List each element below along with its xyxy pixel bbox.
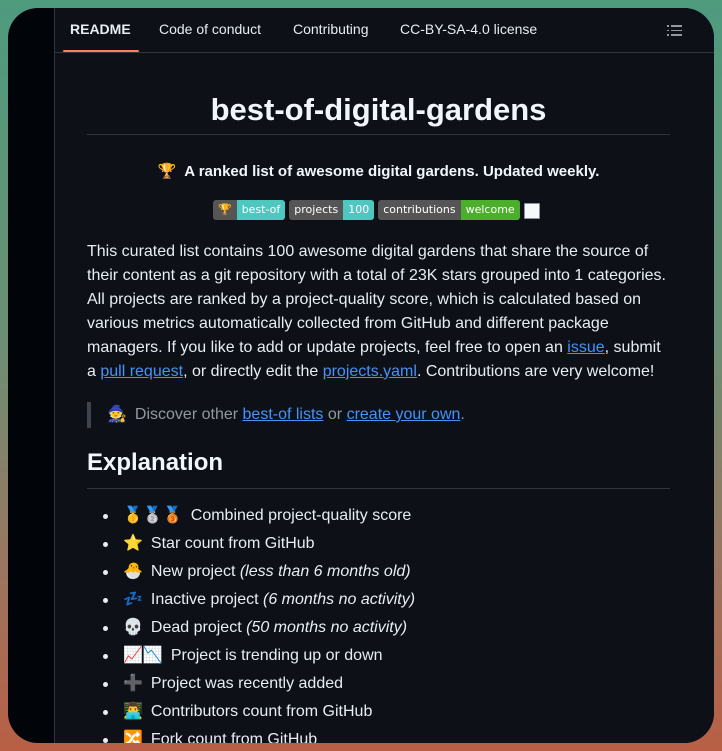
list-item: 📈📉 Project is trending up or down: [87, 644, 670, 672]
sleeping-icon: 💤: [123, 591, 143, 608]
medals-icon: 🥇🥈🥉: [123, 507, 183, 524]
best-of-badge[interactable]: 🏆 best-of: [213, 200, 286, 220]
tagline: 🏆 A ranked list of awesome digital garden…: [87, 162, 670, 180]
active-tab-indicator: [63, 50, 139, 52]
hatching-chick-icon: 🐣: [123, 563, 143, 580]
explanation-heading: Explanation: [87, 449, 224, 476]
badge-row: 🏆 best-of projects 100 contributions welcome: [213, 200, 540, 220]
trophy-icon: 🏆: [157, 163, 177, 180]
window-frame: README Code of conduct Contributing CC-B…: [8, 8, 714, 743]
pull-request-link[interactable]: pull request: [100, 363, 183, 380]
list-item: 💀 Dead project (50 months no activity): [87, 616, 670, 644]
title-divider: [87, 134, 670, 135]
technologist-icon: 👨‍💻: [123, 703, 143, 720]
discover-blockquote: 🧙 Discover other best-of lists or create …: [87, 402, 674, 428]
contributions-badge[interactable]: contributions welcome: [378, 200, 520, 220]
tagline-text: A ranked list of awesome digital gardens…: [184, 163, 600, 180]
list-item: ➕ Project was recently added: [87, 672, 670, 700]
tab-license[interactable]: CC-BY-SA-4.0 license: [400, 21, 537, 37]
list-item: ⭐️ Star count from GitHub: [87, 532, 670, 560]
shuffle-icon: 🔀: [123, 731, 143, 743]
intro-paragraph: This curated list contains 100 awesome d…: [87, 243, 666, 380]
trending-chart-icon: 📈📉: [123, 647, 163, 664]
star-icon: ⭐️: [123, 535, 143, 552]
list-item: 🥇🥈🥉 Combined project-quality score: [87, 504, 670, 532]
list-item: 🔀 Fork count from GitHub: [87, 728, 670, 743]
mage-icon: 🧙: [107, 406, 127, 423]
issue-link[interactable]: issue: [567, 339, 604, 356]
projects-badge[interactable]: projects 100: [289, 200, 375, 220]
projects-yaml-link[interactable]: projects.yaml: [323, 363, 417, 380]
list-item: 👨‍💻 Contributors count from GitHub: [87, 700, 670, 728]
tab-code-of-conduct[interactable]: Code of conduct: [159, 21, 261, 37]
explanation-list: 🥇🥈🥉 Combined project-quality score ⭐️ Star…: [87, 504, 670, 743]
trophy-badge-icon: 🏆: [213, 200, 237, 220]
outline-menu-icon[interactable]: [667, 22, 683, 38]
skull-icon: 💀: [123, 619, 143, 636]
readme-tabs: README Code of conduct Contributing CC-B…: [55, 8, 714, 53]
tab-contributing[interactable]: Contributing: [293, 21, 369, 37]
page-title: best-of-digital-gardens: [210, 92, 547, 127]
tab-readme[interactable]: README: [70, 21, 131, 37]
list-item: 💤 Inactive project (6 months no activity): [87, 588, 670, 616]
readme-panel: README Code of conduct Contributing CC-B…: [54, 8, 714, 743]
best-of-lists-link[interactable]: best-of lists: [243, 406, 324, 423]
plus-icon: ➕: [123, 675, 143, 692]
list-item: 🐣 New project (less than 6 months old): [87, 560, 670, 588]
create-your-own-link[interactable]: create your own: [347, 406, 461, 423]
explanation-divider: [87, 488, 670, 489]
broken-image-icon[interactable]: [523, 203, 540, 219]
